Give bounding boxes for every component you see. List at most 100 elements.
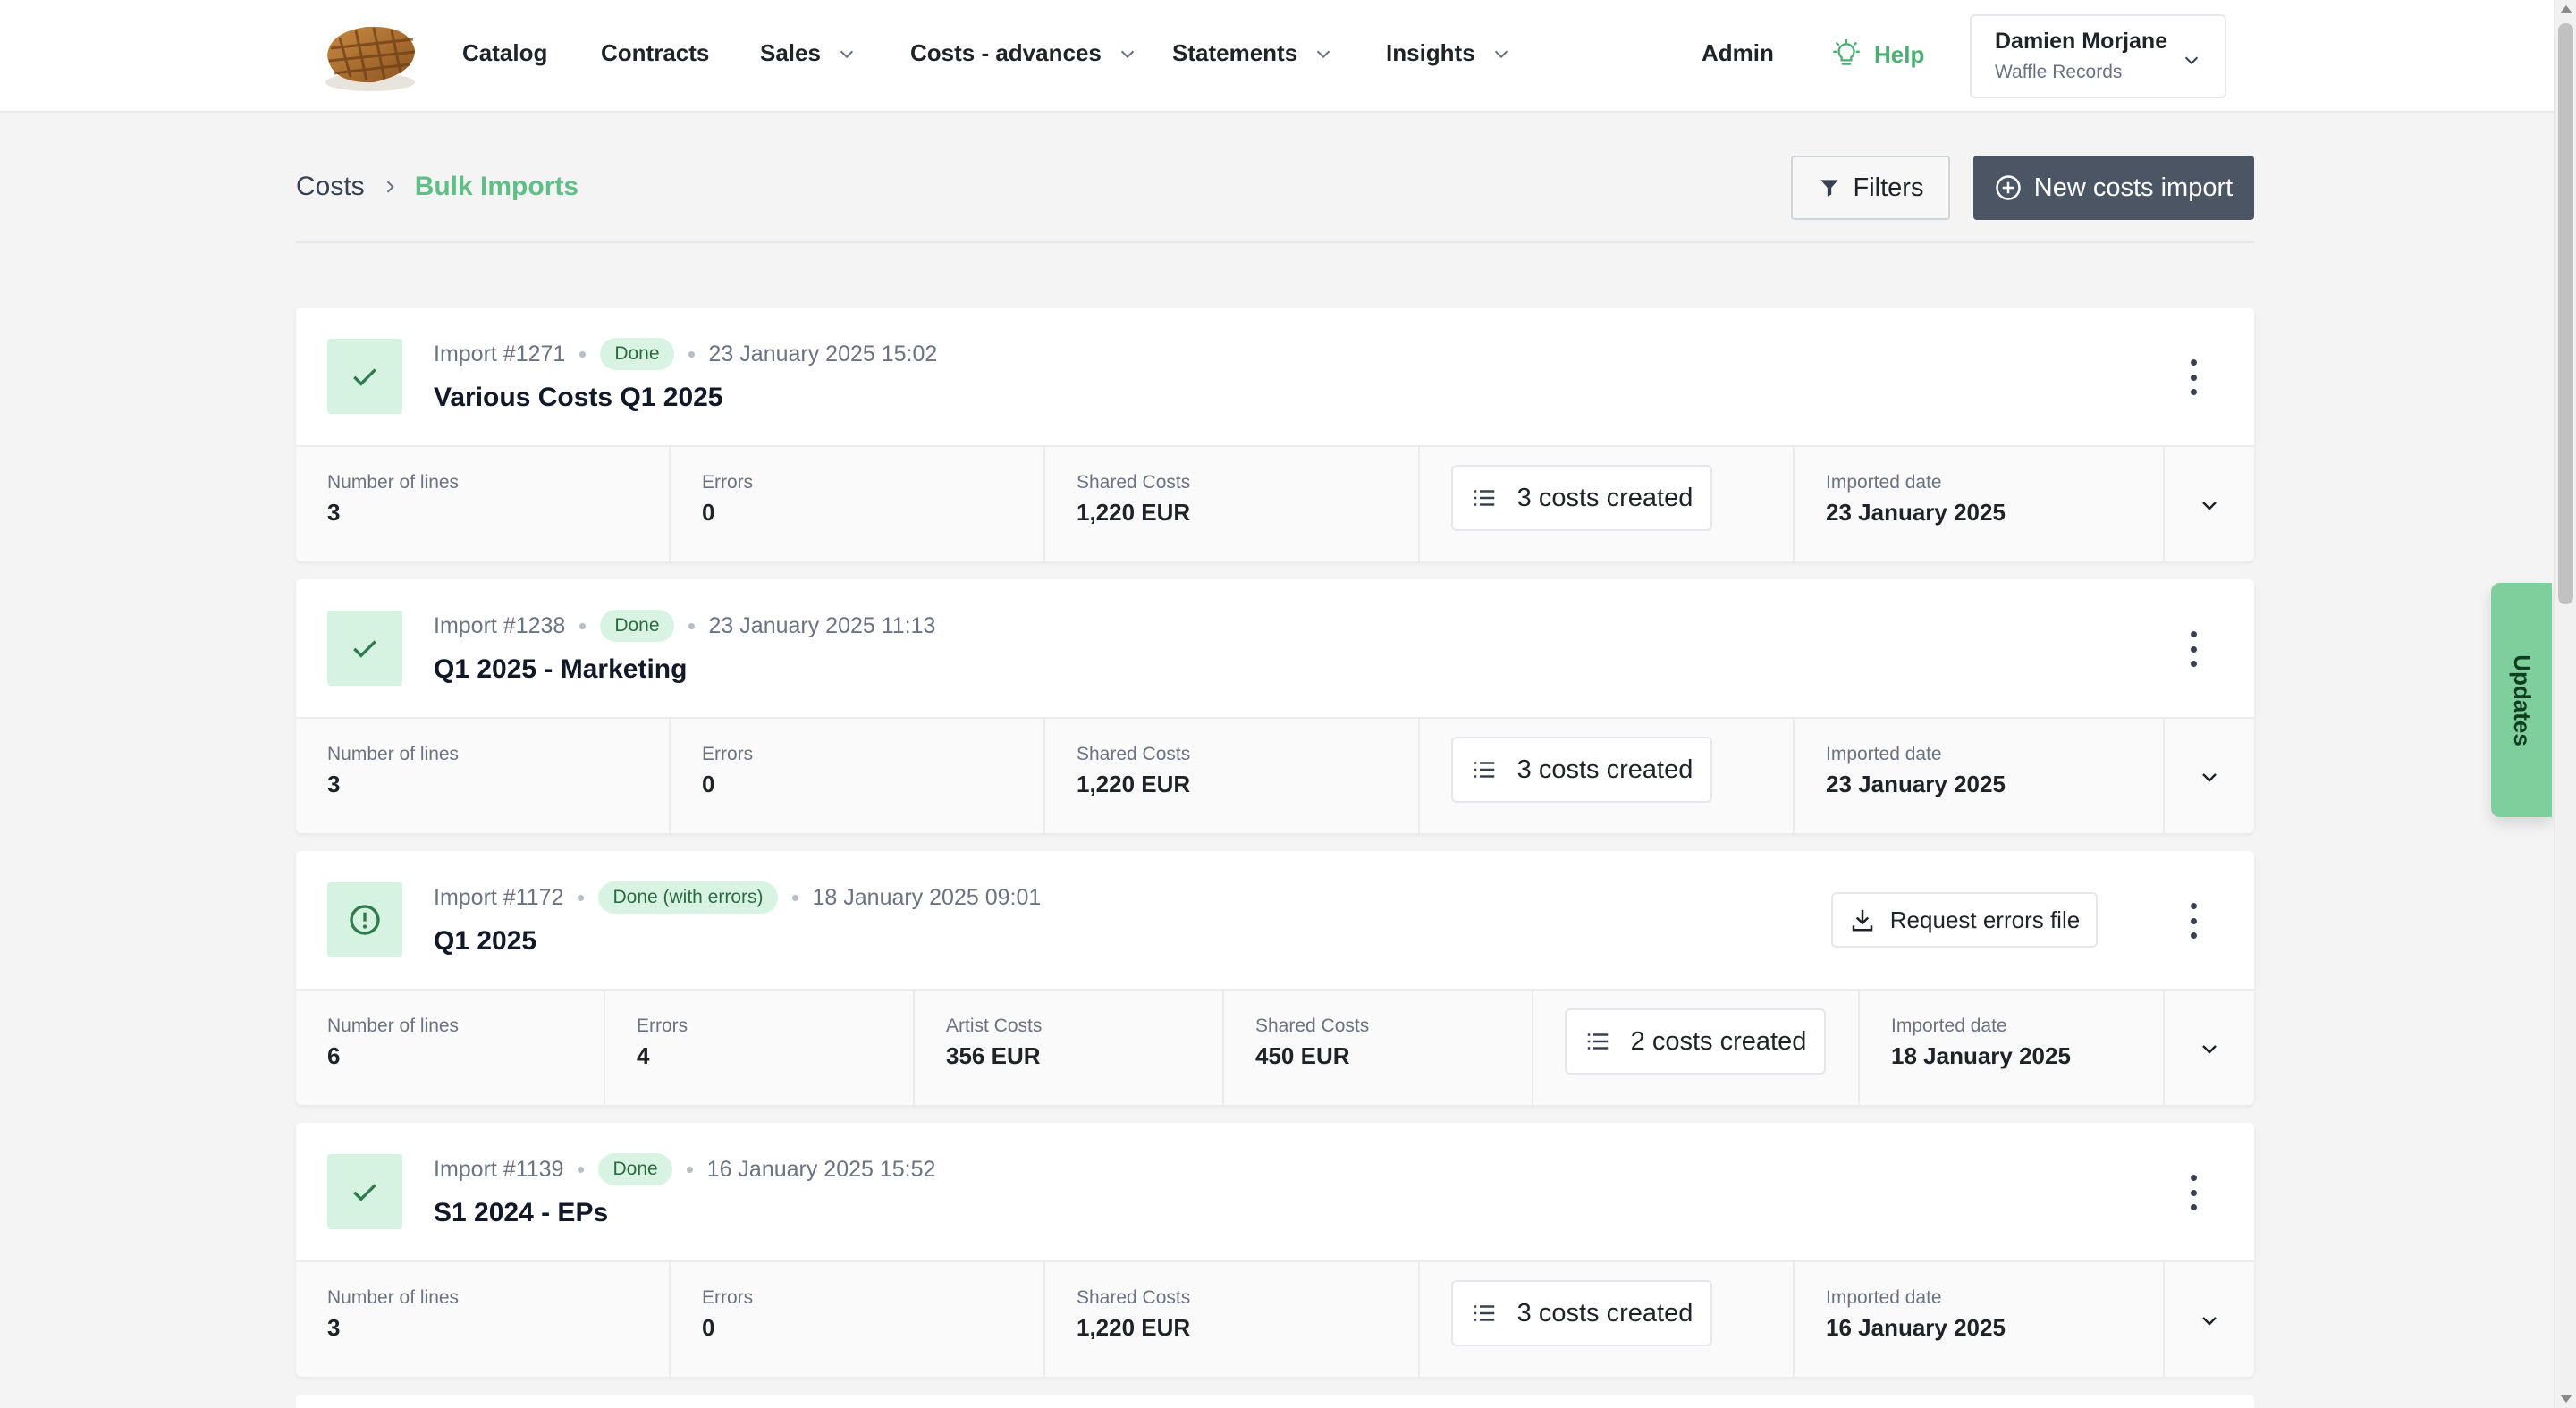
vertical-scrollbar[interactable] [2554,0,2576,1408]
expand-button[interactable] [2165,447,2254,563]
stat-label: Artist Costs [946,1016,1043,1036]
costs-created-label: 3 costs created [1516,1298,1693,1328]
separator-dot [791,894,798,901]
filters-button[interactable]: Filters [1791,156,1950,220]
stat-label: Errors [702,1287,754,1308]
status-done-box [327,1154,402,1229]
list-icon [1474,490,1494,506]
chevron-down-icon [2202,1045,2217,1054]
updates-tab[interactable]: Updates [2491,583,2552,817]
nav-insights[interactable]: Insights [1386,39,1511,67]
status-badge: Done [600,610,674,642]
stat-value: 3 [327,1314,341,1341]
check-icon [353,640,376,658]
nav-contracts[interactable]: Contracts [601,39,709,67]
stat-costs-created: 3 costs created [1420,1262,1795,1378]
nav-admin[interactable]: Admin [1702,39,1774,67]
import-title: Q1 2025 [434,926,537,956]
stat-label: Imported date [1826,472,1942,493]
import-title: S1 2024 - EPs [434,1198,609,1227]
nav-costs-advances[interactable]: Costs - advances [910,39,1137,67]
import-id: Import #1238 [434,612,566,638]
import-card: Import #1271 Done 23 January 2025 15:02 … [296,308,2254,563]
expand-button[interactable] [2165,1262,2254,1378]
more-options-icon[interactable] [2186,359,2200,395]
costs-created-label: 3 costs created [1516,755,1693,784]
stat-label: Imported date [1826,1287,1942,1308]
import-id: Import #1139 [434,1156,564,1182]
stat-errors: Errors 0 [671,719,1045,835]
import-datetime: 16 January 2025 15:52 [706,1156,936,1182]
stat-value: 6 [327,1042,341,1069]
scroll-down-arrow-icon[interactable] [2560,1395,2572,1403]
download-icon [1852,909,1873,932]
costs-created-label: 3 costs created [1516,483,1693,512]
chevron-right-icon [386,181,394,193]
stat-value: 16 January 2025 [1826,1314,2006,1341]
expand-button[interactable] [2165,719,2254,835]
status-done-box [327,611,402,686]
stat-value: 3 [327,771,341,797]
breadcrumb: Costs Bulk Imports [296,172,579,202]
stat-label: Shared Costs [1077,744,1191,764]
stat-shared-costs: Shared Costs 1,220 EUR [1045,447,1420,563]
header-divider [296,241,2254,243]
more-options-icon[interactable] [2186,631,2200,667]
stat-label: Shared Costs [1077,472,1191,493]
costs-created-button[interactable]: 3 costs created [1451,1280,1712,1346]
stat-label: Number of lines [327,1016,460,1036]
costs-created-label: 2 costs created [1630,1026,1807,1056]
status-badge: Done (with errors) [598,881,778,914]
stat-value: 1,220 EUR [1077,499,1191,526]
stat-imported-date: Imported date 16 January 2025 [1795,1262,2165,1378]
chevron-down-icon [1317,50,1330,58]
stat-costs-created: 3 costs created [1420,719,1795,835]
request-errors-file-button[interactable]: Request errors file [1831,892,2098,948]
stat-label: Number of lines [327,1287,460,1308]
nav-catalog[interactable]: Catalog [462,39,547,67]
scroll-up-arrow-icon[interactable] [2560,5,2572,13]
stat-label: Number of lines [327,472,460,493]
chevron-down-icon [2184,56,2199,65]
import-card: Import #1139 Done 16 January 2025 15:52 … [296,1123,2254,1378]
stat-value: 1,220 EUR [1077,771,1191,797]
nav-admin-label: Admin [1702,39,1774,66]
stat-costs-created: 3 costs created [1420,447,1795,563]
nav-statements-label: Statements [1172,39,1298,66]
breadcrumb-costs[interactable]: Costs [296,172,365,202]
stat-value: 18 January 2025 [1891,1042,2071,1069]
import-meta: Import #1139 Done 16 January 2025 15:52 [434,1153,935,1185]
stat-imported-date: Imported date 18 January 2025 [1860,991,2165,1107]
stat-value: 450 EUR [1255,1042,1350,1069]
stat-value: 0 [702,771,715,797]
chevron-down-icon [2202,502,2217,510]
more-options-icon[interactable] [2186,1175,2200,1210]
new-costs-import-button[interactable]: New costs import [1973,156,2254,220]
stat-value: 23 January 2025 [1826,499,2006,526]
waffle-logo[interactable] [320,18,420,95]
more-options-icon[interactable] [2186,903,2200,939]
costs-created-button[interactable]: 3 costs created [1451,737,1712,803]
import-datetime: 23 January 2025 11:13 [708,612,936,638]
stat-label: Shared Costs [1255,1016,1370,1036]
costs-created-button[interactable]: 3 costs created [1451,465,1712,531]
nav-help[interactable]: Help [1831,39,1924,70]
stat-lines: Number of lines 3 [296,1262,671,1378]
costs-created-button[interactable]: 2 costs created [1565,1008,1826,1075]
stat-value: 4 [637,1042,650,1069]
import-id: Import #1172 [434,884,564,910]
import-card: Import #1172 Done (with errors) 18 Janua… [296,851,2254,1107]
user-menu[interactable]: Damien Morjane Waffle Records [1970,14,2226,98]
stat-value: 1,220 EUR [1077,1314,1191,1341]
expand-button[interactable] [2165,991,2254,1107]
stat-label: Shared Costs [1077,1287,1191,1308]
nav-statements[interactable]: Statements [1172,39,1333,67]
import-meta: Import #1172 Done (with errors) 18 Janua… [434,881,1041,914]
stat-value: 23 January 2025 [1826,771,2006,797]
chevron-down-icon [1494,50,1508,58]
stat-lines: Number of lines 3 [296,719,671,835]
import-stats: Number of lines 6 Errors 4 Artist Costs … [296,989,2254,1107]
nav-sales[interactable]: Sales [760,39,857,67]
top-navigation: Catalog Contracts Sales Costs - advances… [0,0,2554,113]
scrollbar-thumb[interactable] [2558,23,2573,604]
